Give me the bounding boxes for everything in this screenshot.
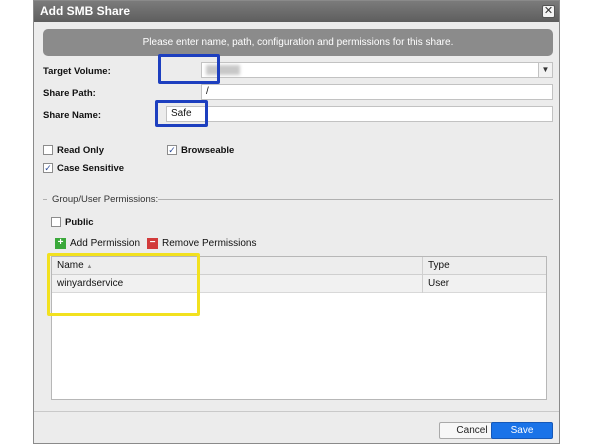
instruction-banner: Please enter name, path, configuration a… <box>43 29 553 56</box>
target-volume-value-redacted <box>206 65 240 75</box>
target-volume-label: Target Volume: <box>43 66 111 77</box>
chevron-down-icon[interactable]: ▼ <box>538 63 552 77</box>
permissions-group-title: Group/User Permissions: <box>52 194 159 205</box>
save-button[interactable]: Save <box>491 422 553 439</box>
column-name-label: Name <box>57 260 84 271</box>
case-sensitive-checkbox[interactable]: ✓ <box>43 163 53 173</box>
add-permission-button[interactable]: + Add Permission <box>55 238 140 249</box>
remove-permissions-button[interactable]: − Remove Permissions <box>147 238 256 249</box>
row-name: winyardservice <box>57 278 124 289</box>
browseable-label: Browseable <box>181 145 235 156</box>
table-row[interactable]: winyardservice User <box>52 275 546 293</box>
group-border-right <box>158 199 553 200</box>
dialog-title: Add SMB Share <box>40 4 131 18</box>
sort-ascending-icon: ▲ <box>86 264 93 270</box>
public-label: Public <box>65 217 94 228</box>
case-sensitive-label: Case Sensitive <box>57 163 125 174</box>
footer-separator <box>34 411 559 412</box>
public-checkbox[interactable] <box>51 217 61 227</box>
target-volume-select[interactable]: ▼ <box>201 62 553 78</box>
permissions-table: Name ▲ Type winyardservice User <box>51 256 547 400</box>
add-permission-label: Add Permission <box>70 238 141 249</box>
share-name-input[interactable]: Safe <box>166 106 553 122</box>
share-name-label: Share Name: <box>43 110 102 121</box>
row-type: User <box>428 278 450 289</box>
plus-icon: + <box>55 238 66 249</box>
share-path-input[interactable]: / <box>201 84 553 100</box>
browseable-checkbox[interactable]: ✓ <box>167 145 177 155</box>
dialog-titlebar[interactable]: Add SMB Share ✕ <box>34 1 559 22</box>
remove-permissions-label: Remove Permissions <box>162 238 257 249</box>
column-divider <box>422 257 423 293</box>
column-header-type[interactable]: Type <box>428 260 450 271</box>
minus-icon: − <box>147 238 158 249</box>
close-icon[interactable]: ✕ <box>542 5 555 18</box>
add-smb-share-dialog: Add SMB Share ✕ Please enter name, path,… <box>33 0 560 444</box>
share-path-label: Share Path: <box>43 88 96 99</box>
read-only-checkbox[interactable] <box>43 145 53 155</box>
table-header: Name ▲ Type <box>52 257 546 275</box>
group-border-left <box>43 199 47 200</box>
column-header-name[interactable]: Name ▲ <box>57 260 92 271</box>
read-only-label: Read Only <box>57 145 104 156</box>
